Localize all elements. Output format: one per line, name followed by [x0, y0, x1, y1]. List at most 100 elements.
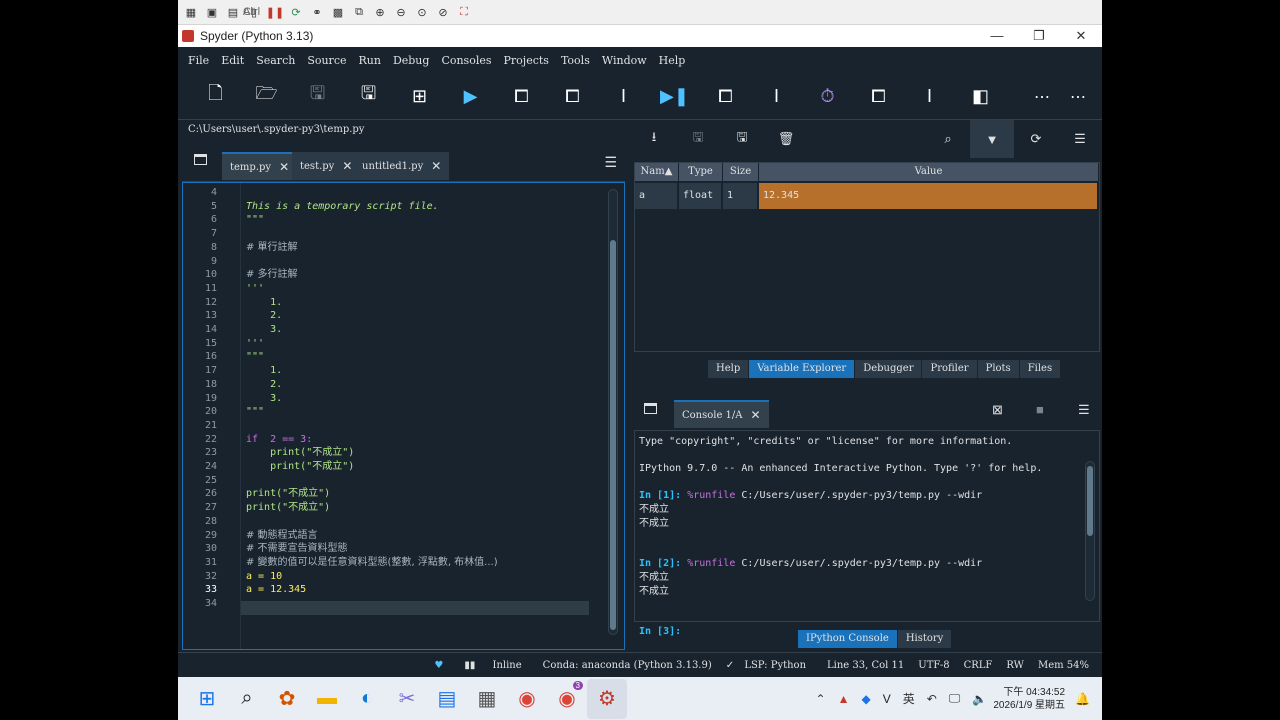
chrome-profile-icon[interactable]: ◉ 3 — [547, 679, 587, 719]
console-options-icon[interactable]: ☰ — [1078, 402, 1090, 418]
code-line[interactable]: 13 2. — [183, 309, 613, 322]
menu-help[interactable]: Help — [653, 54, 692, 67]
code-line[interactable]: 4 — [183, 186, 613, 199]
code-line[interactable]: 25 — [183, 474, 613, 487]
tab-debugger[interactable]: Debugger — [855, 360, 923, 378]
clock[interactable]: 下午 04:34:52 2026/1/9 星期五 — [993, 686, 1069, 712]
inline-backend-status[interactable]: ▮▮ Inline — [450, 660, 535, 671]
code-line[interactable]: 32 a = 10 — [183, 570, 613, 583]
save-data-icon[interactable]: 🖫 — [676, 120, 720, 158]
variable-type-cell[interactable]: float — [679, 183, 721, 209]
snipping-tool-icon[interactable]: ✂ — [387, 679, 427, 719]
zoom-in-icon[interactable]: ⊕ — [371, 3, 389, 21]
menu-search[interactable]: Search — [250, 54, 301, 67]
chevron-up-icon[interactable]: ⌃ — [810, 692, 832, 706]
spyder-taskbar-icon[interactable]: ⚙ — [587, 678, 627, 719]
new-cell-icon[interactable]: ⊞ — [394, 73, 445, 120]
code-line[interactable]: 20 """ — [183, 405, 613, 418]
profile-selection-icon[interactable]: I — [904, 73, 955, 120]
column-header-type[interactable]: Type — [679, 163, 723, 181]
code-line[interactable]: 5 This is a temporary script file. — [183, 200, 613, 213]
code-line[interactable]: 10 # 多行註解 — [183, 268, 613, 281]
search-icon[interactable]: ⌕ — [926, 120, 970, 158]
tab-console-1a[interactable]: Console 1/A ✕ — [674, 400, 769, 428]
column-header-size[interactable]: Size — [723, 163, 759, 181]
more-options-icon[interactable]: ⋯ — [1024, 73, 1060, 120]
menu-projects[interactable]: Projects — [498, 54, 555, 67]
maximize-pane-icon[interactable]: ◧ — [955, 73, 1006, 120]
menu-file[interactable]: File — [182, 54, 215, 67]
code-line[interactable]: 29 # 動態程式語言 — [183, 529, 613, 542]
remove-console-icon[interactable]: ⊠ — [992, 402, 1003, 418]
menu-edit[interactable]: Edit — [215, 54, 250, 67]
volume-icon[interactable]: 🔈 — [966, 692, 993, 706]
tab-ipython-console[interactable]: IPython Console — [798, 630, 898, 648]
code-line[interactable]: 26 print("不成立") — [183, 487, 613, 500]
run-icon[interactable]: ▶ — [445, 73, 496, 120]
conda-status[interactable]: Conda: anaconda (Python 3.13.9) — [536, 660, 719, 671]
remove-all-icon[interactable]: 🗑 — [764, 120, 808, 158]
edge-icon[interactable]: ◐ — [347, 679, 387, 719]
restore-icon[interactable]: ❐ — [1018, 25, 1060, 47]
menu-source[interactable]: Source — [301, 54, 352, 67]
profile-icon[interactable]: ⏱ — [802, 73, 853, 120]
tab-plots[interactable]: Plots — [977, 360, 1020, 378]
refresh-icon[interactable]: ⟳ — [287, 3, 305, 21]
calculator-icon[interactable]: ▦ — [467, 679, 507, 719]
editor-scrollbar[interactable] — [608, 189, 618, 635]
code-line[interactable]: 11 ''' — [183, 282, 613, 295]
network-icon[interactable]: 🖵 — [943, 691, 967, 706]
run-selection-icon[interactable]: I — [598, 73, 649, 120]
ime-mode-icon[interactable]: ↶ — [921, 692, 943, 706]
menu-run[interactable]: Run — [352, 54, 386, 67]
variable-size-cell[interactable]: 1 — [723, 183, 757, 209]
profile-cell-icon[interactable]: ⧠ — [853, 73, 904, 120]
pane-options-icon[interactable]: ☰ — [1058, 120, 1102, 158]
code-editor[interactable]: 4 5 This is a temporary script file. 6 """ 7 8… — [182, 182, 625, 650]
close-icon[interactable]: ✕ — [1060, 25, 1102, 47]
fullscreen-icon[interactable]: ⛶ — [455, 3, 473, 21]
alt-label[interactable]: Alt — [241, 3, 258, 21]
tab-variable-explorer[interactable]: Variable Explorer — [749, 360, 856, 378]
save-as-icon[interactable]: ▤ — [224, 3, 242, 21]
code-line[interactable]: 28 — [183, 515, 613, 528]
variable-value-cell[interactable]: 12.345 — [759, 183, 1097, 209]
code-line[interactable]: 22 if 2 == 3: — [183, 433, 613, 446]
code-line[interactable]: 23 print("不成立") — [183, 446, 613, 459]
browse-tabs-icon[interactable] — [194, 154, 207, 165]
code-line[interactable]: 33 a = 12.345 — [183, 583, 613, 596]
editor-options-icon[interactable]: ☰ — [604, 154, 617, 171]
scrollbar-thumb[interactable] — [1087, 466, 1093, 536]
code-line[interactable]: 6 """ — [183, 213, 613, 226]
ime-indicator[interactable]: 英 — [897, 690, 921, 707]
tab-help[interactable]: Help — [708, 360, 750, 378]
new-file-icon[interactable]: 🗋 — [190, 73, 241, 120]
new-icon[interactable]: ▦ — [182, 3, 200, 21]
run-cell-advance-icon[interactable]: ⧠ — [547, 73, 598, 120]
browse-tabs-icon[interactable] — [644, 403, 657, 414]
chrome-icon[interactable]: ◉ — [507, 679, 547, 719]
code-line[interactable]: 24 print("不成立") — [183, 460, 613, 473]
search-icon[interactable]: ⌕ — [227, 679, 267, 719]
menu-consoles[interactable]: Consoles — [435, 54, 497, 67]
scrollbar-thumb[interactable] — [610, 240, 616, 630]
column-header-name[interactable]: Nam▲ — [635, 163, 679, 181]
notepad-icon[interactable]: ▤ — [427, 679, 467, 719]
close-tab-icon[interactable]: ✕ — [751, 408, 761, 422]
code-line[interactable]: 21 — [183, 419, 613, 432]
menu-tools[interactable]: Tools — [555, 54, 596, 67]
variable-name-cell[interactable]: a — [635, 183, 677, 209]
code-line[interactable]: 7 — [183, 227, 613, 240]
column-header-value[interactable]: Value — [759, 163, 1099, 181]
code-line[interactable]: 15 ''' — [183, 337, 613, 350]
tab-history[interactable]: History — [897, 630, 953, 648]
minimize-icon[interactable]: — — [976, 25, 1018, 47]
console-scrollbar[interactable] — [1085, 461, 1095, 601]
save-file-icon[interactable]: 🖫 — [292, 73, 343, 120]
notification-icon[interactable]: 🔔 — [1069, 692, 1096, 706]
zoom-out-icon[interactable]: ⊖ — [392, 3, 410, 21]
code-line[interactable]: 17 1. — [183, 364, 613, 377]
save-data-as-icon[interactable]: 🖫 — [720, 120, 764, 158]
code-line[interactable]: 14 3. — [183, 323, 613, 336]
save-all-icon[interactable]: 🖫 — [343, 73, 394, 120]
